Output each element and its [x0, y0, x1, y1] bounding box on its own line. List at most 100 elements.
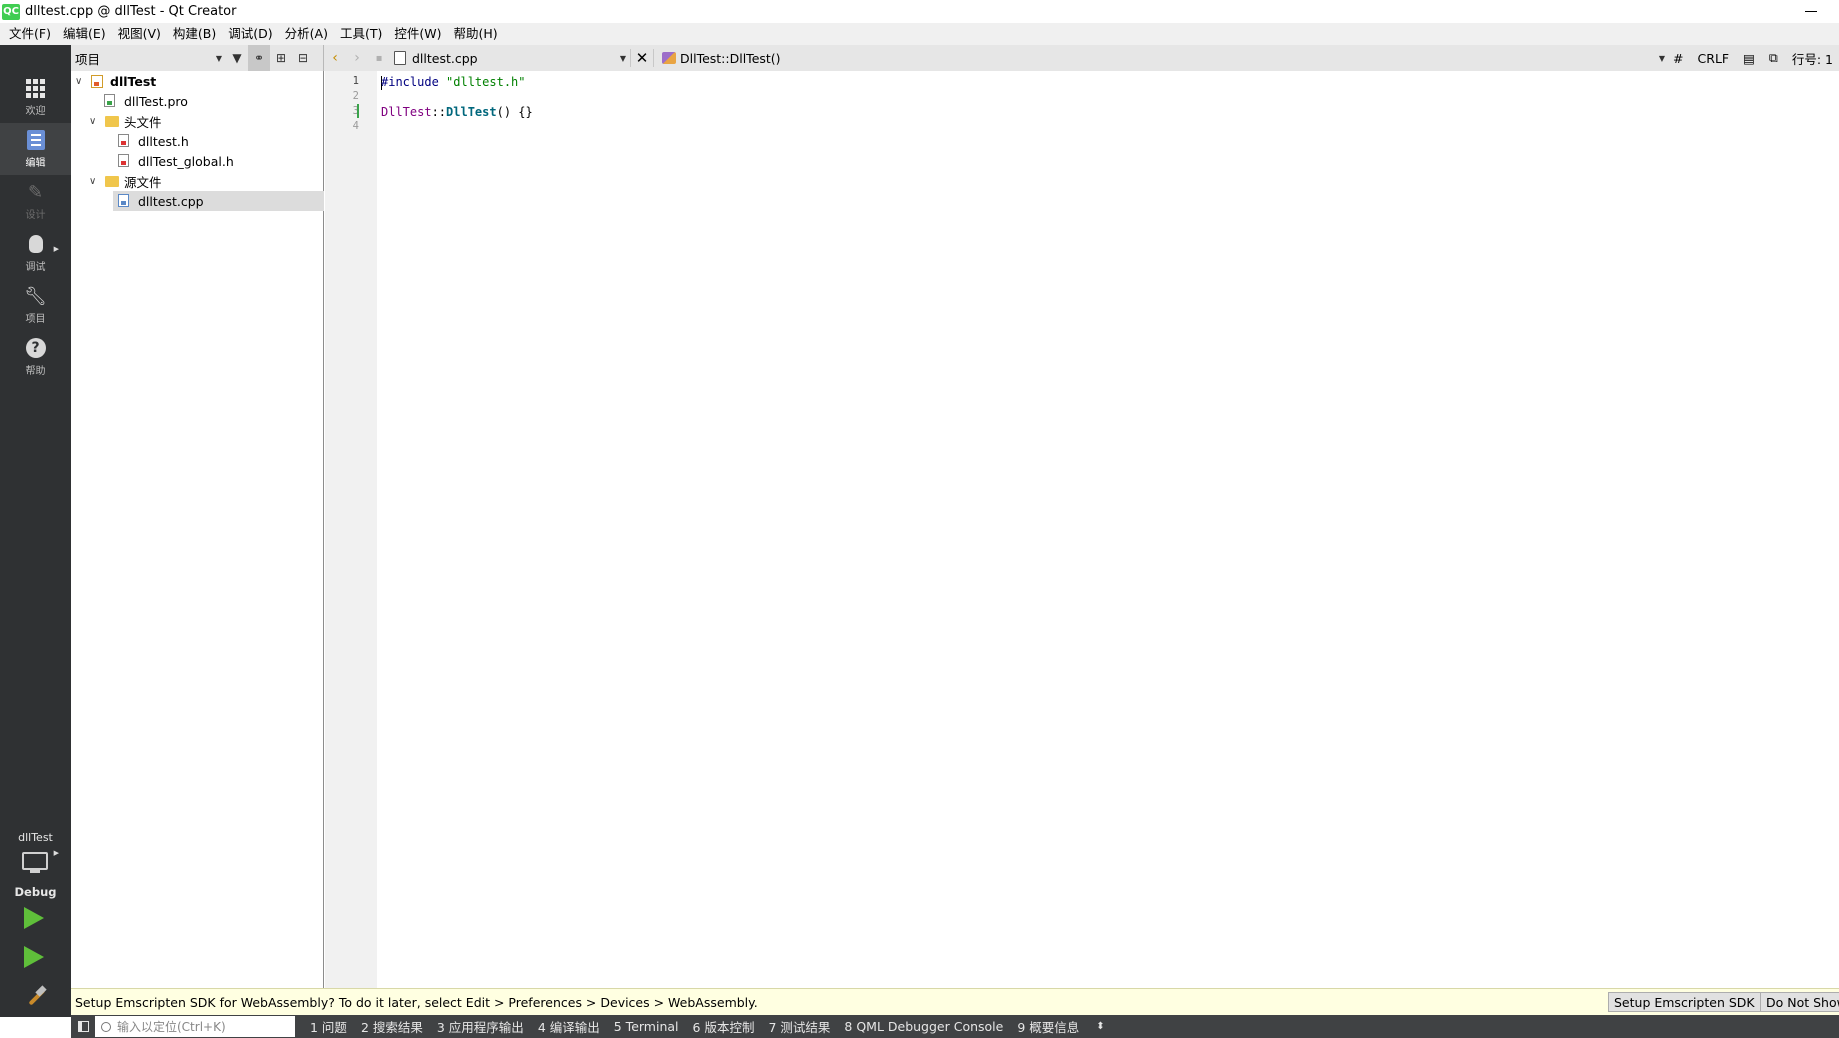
toolbar-spacer: [0, 45, 71, 71]
nav-back-icon[interactable]: ‹: [324, 50, 346, 66]
tree-item-label: 头文件: [124, 114, 162, 130]
build-hammer-icon[interactable]: [24, 985, 47, 1008]
tree-item-pro-file[interactable]: dllTest.pro: [71, 91, 324, 111]
tree-item-label: dllTest.pro: [124, 93, 188, 109]
close-document-icon[interactable]: ✕: [630, 49, 654, 67]
tab-search-results[interactable]: 2 搜索结果: [354, 1017, 430, 1036]
tree-item-source[interactable]: dlltest.cpp: [113, 191, 324, 211]
filter-icon[interactable]: ▼: [226, 45, 248, 71]
info-message: Setup Emscripten SDK for WebAssembly? To…: [75, 994, 758, 1010]
kit-selector-monitor-icon[interactable]: [22, 852, 48, 874]
run-icon[interactable]: [24, 907, 44, 929]
tree-item-label: dlltest.h: [138, 133, 189, 149]
split-icon[interactable]: ⊞: [270, 45, 292, 71]
chevron-down-icon: ▼: [215, 53, 222, 63]
preprocessor-directive: #include: [381, 75, 439, 89]
menu-view[interactable]: 视图(V): [112, 23, 167, 45]
debug-bug-icon: [25, 233, 47, 255]
more-tabs-icon[interactable]: ⬍: [1086, 1021, 1114, 1032]
menu-tools[interactable]: 工具(T): [334, 23, 388, 45]
welcome-grid-icon: [25, 77, 47, 99]
tree-item-sources-folder[interactable]: ∨ 源文件: [71, 171, 324, 191]
header-file-icon: [118, 134, 129, 147]
kit-build-config[interactable]: Debug: [0, 885, 71, 899]
menu-debug[interactable]: 调试(D): [222, 23, 278, 45]
line-ending-selector[interactable]: CRLF: [1698, 51, 1730, 66]
outline-icon[interactable]: ▤: [1743, 51, 1755, 66]
chevron-down-icon[interactable]: ∨: [89, 176, 96, 187]
menu-analyze[interactable]: 分析(A): [279, 23, 334, 45]
tree-item-header[interactable]: dllTest_global.h: [71, 151, 324, 171]
info-bar: Setup Emscripten SDK for WebAssembly? To…: [71, 988, 1839, 1015]
toolbar-row: 项目 ▼ ▼ ⚭ ⊞ ⊟ ‹ › ▪ dlltest.cpp ▼ ✕ DllTe…: [0, 45, 1839, 71]
tab-qml-debugger-console[interactable]: 8 QML Debugger Console: [837, 1019, 1010, 1034]
run-debug-icon[interactable]: [24, 946, 44, 968]
view-selector[interactable]: 项目 ▼: [71, 49, 226, 68]
mode-welcome[interactable]: 欢迎: [0, 71, 71, 123]
code-editor[interactable]: #include "dlltest.h" DllTest::DllTest() …: [377, 71, 1839, 988]
mode-help[interactable]: ? 帮助: [0, 331, 71, 383]
tab-compile-output[interactable]: 4 编译输出: [531, 1017, 607, 1036]
symbol-combo[interactable]: DllTest::DllTest() ▼: [654, 51, 1673, 66]
project-icon: [91, 75, 103, 88]
help-icon: ?: [25, 337, 47, 359]
setup-emscripten-button[interactable]: Setup Emscripten SDK: [1608, 992, 1761, 1012]
line-number: 2: [352, 90, 359, 102]
menu-file[interactable]: 文件(F): [3, 23, 57, 45]
expand-arrow-icon: ▶: [53, 245, 59, 253]
toggle-sidebar-icon[interactable]: [71, 1015, 95, 1038]
line-column-label[interactable]: 行号: 1: [1792, 49, 1833, 68]
edit-icon: [25, 129, 47, 151]
menu-widgets[interactable]: 控件(W): [388, 23, 447, 45]
link-editor-icon[interactable]: ⚭: [248, 45, 270, 71]
line-number: 1: [352, 75, 359, 87]
chevron-down-icon[interactable]: ∨: [89, 116, 96, 127]
locator-input[interactable]: 输入以定位(Ctrl+K): [95, 1016, 295, 1037]
title-bar: QC dlltest.cpp @ dllTest - Qt Creator: [0, 0, 1839, 23]
split-editor-icon[interactable]: ⧉: [1769, 50, 1778, 66]
tree-item-headers-folder[interactable]: ∨ 头文件: [71, 111, 324, 131]
tree-item-header[interactable]: dlltest.h: [71, 131, 324, 151]
code-rest: () {}: [496, 105, 533, 119]
header-file-icon: [118, 154, 129, 167]
kit-project-name: dllTest: [18, 831, 53, 844]
current-symbol: DllTest::DllTest(): [680, 50, 781, 66]
tree-item-label: dlltest.cpp: [138, 193, 204, 209]
menu-edit[interactable]: 编辑(E): [57, 23, 112, 45]
tab-test-results[interactable]: 7 测试结果: [761, 1017, 837, 1036]
tree-item-label: dllTest: [110, 73, 157, 89]
cpp-file-icon: [394, 51, 406, 65]
close-pane-icon[interactable]: ⊟: [292, 45, 314, 71]
mode-design[interactable]: ✎ 设计: [0, 175, 71, 227]
menu-build[interactable]: 构建(B): [167, 23, 222, 45]
editor-toolbar: ‹ › ▪ dlltest.cpp ▼ ✕ DllTest::DllTest()…: [324, 45, 1839, 71]
do-not-show-again-button[interactable]: Do Not Show Again: [1760, 992, 1839, 1012]
minimize-button[interactable]: [1799, 2, 1823, 20]
output-pane-bar: 输入以定位(Ctrl+K) 1 问题 2 搜索结果 3 应用程序输出 4 编译输…: [71, 1015, 1839, 1038]
mode-debug[interactable]: 调试 ▶: [0, 227, 71, 279]
function-name: DllTest: [446, 105, 497, 119]
tab-terminal[interactable]: 5 Terminal: [607, 1019, 686, 1034]
mode-label: 调试: [25, 262, 46, 273]
tab-general-messages[interactable]: 9 概要信息: [1010, 1017, 1086, 1036]
nav-forward-icon[interactable]: ›: [346, 50, 368, 66]
lock-icon: ▪: [375, 52, 383, 64]
mode-label: 项目: [25, 314, 46, 325]
tab-version-control[interactable]: 6 版本控制: [686, 1017, 762, 1036]
chevron-down-icon: ▼: [619, 53, 626, 63]
chevron-down-icon[interactable]: ∨: [75, 76, 82, 87]
tab-issues[interactable]: 1 问题: [303, 1017, 354, 1036]
qt-creator-logo-icon: QC: [2, 3, 20, 20]
view-selector-label: 项目: [75, 51, 101, 67]
hash-button[interactable]: #: [1673, 51, 1683, 66]
mode-projects[interactable]: 🔧︎ 项目: [0, 279, 71, 331]
cpp-file-icon: [118, 194, 129, 207]
locator-placeholder: 输入以定位(Ctrl+K): [117, 1020, 226, 1034]
tree-item-project[interactable]: ∨ dllTest: [71, 71, 324, 91]
tree-item-label: 源文件: [124, 174, 162, 190]
menu-help[interactable]: 帮助(H): [447, 23, 503, 45]
tab-application-output[interactable]: 3 应用程序输出: [430, 1017, 531, 1036]
mode-edit[interactable]: 编辑: [0, 123, 71, 175]
line-number-gutter: 1 2 3 4: [325, 71, 377, 988]
open-documents-combo[interactable]: dlltest.cpp ▼: [390, 51, 630, 66]
